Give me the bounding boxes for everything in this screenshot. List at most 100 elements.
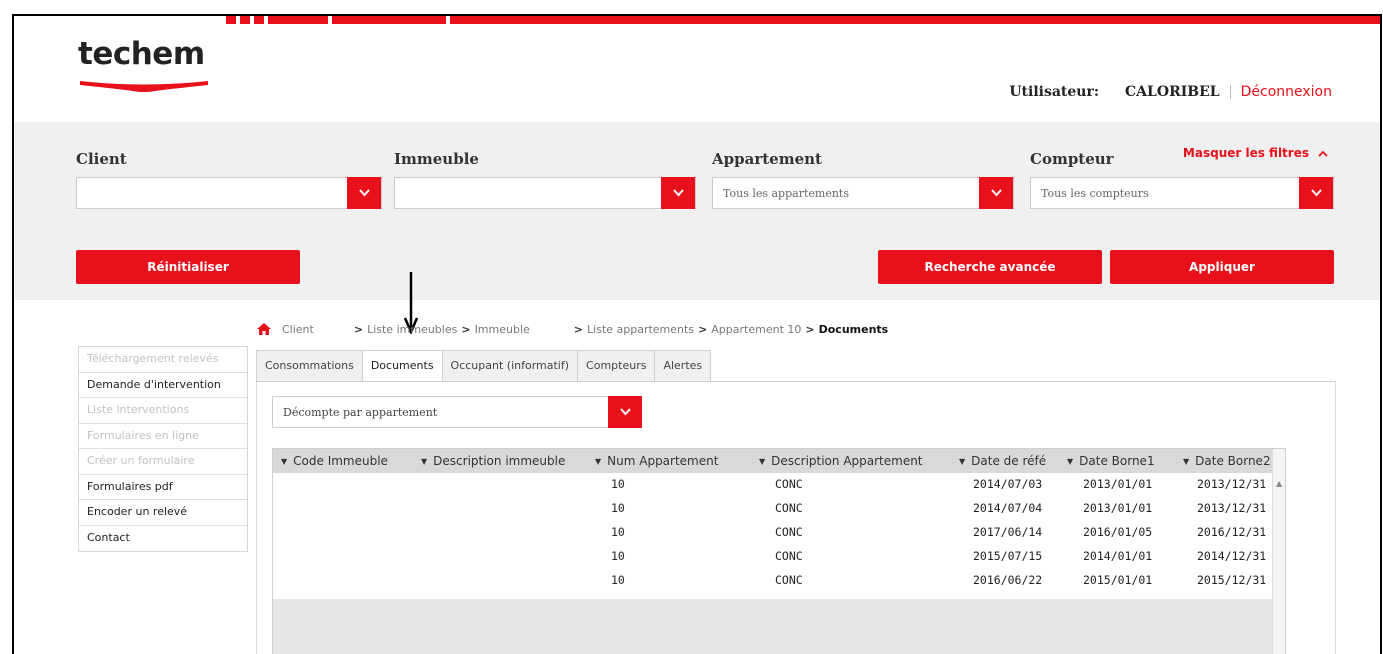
cell-num-appartement: 10 [611,501,625,515]
cell-date-reference: 2016/06/22 [973,573,1043,587]
grid-body: 10 CONC 2014/07/03 2013/01/01 2013/12/31… [273,473,1273,599]
chevron-up-icon [1318,150,1328,157]
hide-filters-toggle[interactable]: Masquer les filtres [1183,146,1328,160]
advanced-search-button[interactable]: Recherche avancée [878,250,1102,284]
filter-client: Client [76,150,382,209]
breadcrumb-item[interactable]: Immeuble [475,323,530,336]
side-menu-item-encoder-releve[interactable]: Encoder un relevé [79,500,247,526]
document-type-select[interactable]: Décompte par appartement [272,396,642,428]
cell-description-appartement: CONC [775,573,803,587]
tab-underline [256,381,1336,382]
breadcrumb-separator: > [353,322,364,336]
chevron-down-icon[interactable] [347,177,381,209]
filter-immeuble: Immeuble [394,150,696,209]
cell-date-reference: 2015/07/15 [973,549,1043,563]
user-label: Utilisateur: [1009,84,1100,100]
app-window: techem Utilisateur: CALORIBEL Déconnexio… [12,14,1382,654]
table-row[interactable]: 10 CONC 2017/06/14 2016/01/05 2016/12/31 [273,521,1273,545]
cell-date-reference: 2014/07/03 [973,477,1043,491]
sort-icon: ▼ [1067,457,1074,466]
filter-immeuble-label: Immeuble [394,150,479,168]
user-name: CALORIBEL [1125,84,1220,100]
column-header-code-immeuble[interactable]: ▼ Code Immeuble [281,454,419,468]
filter-appartement: Appartement Tous les appartements [712,150,1014,209]
chevron-down-icon[interactable] [608,396,642,428]
grid-header: ▼ Code Immeuble ▼ Description immeuble ▼ Nu… [273,449,1273,473]
cell-description-appartement: CONC [775,501,803,515]
divider [1229,85,1231,99]
cell-num-appartement: 10 [611,573,625,587]
cell-date-borne2: 2015/12/31 [1197,573,1267,587]
hide-filters-label: Masquer les filtres [1182,146,1309,160]
document-type-value: Décompte par appartement [283,406,438,419]
client-select[interactable] [76,177,382,209]
tab-alertes[interactable]: Alertes [654,350,712,381]
breadcrumb-separator: > [698,322,708,336]
logo-text: techem [78,36,205,72]
breadcrumb-separator: > [461,322,471,336]
side-menu-item-formulaires-en-ligne: Formulaires en ligne [79,424,247,449]
column-header-description-immeuble[interactable]: ▼ Description immeuble [421,454,593,468]
cell-date-borne2: 2013/12/31 [1197,477,1267,491]
chevron-down-icon[interactable] [1299,177,1333,209]
home-icon[interactable] [256,322,272,336]
tab-occupant[interactable]: Occupant (informatif) [441,350,579,381]
techem-logo[interactable]: techem [78,36,208,92]
table-row[interactable]: 10 CONC 2014/07/04 2013/01/01 2013/12/31 [273,497,1273,521]
reset-button[interactable]: Réinitialiser [76,250,300,284]
appartement-select[interactable]: Tous les appartements [712,177,1014,209]
breadcrumb-item[interactable]: Appartement 10 [711,323,801,336]
side-menu-item-demande-intervention[interactable]: Demande d'intervention [79,373,247,398]
breadcrumb: Client > Liste immeubles > Immeuble > Li… [256,322,888,336]
cell-date-reference: 2017/06/14 [973,525,1043,539]
column-header-label: Date Borne2 [1195,454,1271,468]
cell-num-appartement: 10 [611,549,625,563]
column-header-description-appartement[interactable]: ▼ Description Appartement [759,454,957,468]
table-row[interactable]: 10 CONC 2016/06/22 2015/01/01 2015/12/31 [273,569,1273,593]
cell-date-borne1: 2014/01/01 [1083,549,1153,563]
cell-date-borne2: 2016/12/31 [1197,525,1267,539]
side-menu: Téléchargement relevés Demande d'interve… [78,346,248,552]
filter-appartement-label: Appartement [712,150,822,168]
sort-icon: ▼ [959,457,966,466]
side-menu-item-formulaires-pdf[interactable]: Formulaires pdf [79,475,247,500]
side-menu-item-contact[interactable]: Contact [79,526,247,552]
grid-scrollbar[interactable]: ▲ [1272,449,1285,654]
cell-date-borne1: 2016/01/05 [1083,525,1153,539]
breadcrumb-item[interactable]: Liste appartements [587,323,694,336]
tab-documents[interactable]: Documents [361,350,443,381]
appartement-select-value: Tous les appartements [723,187,849,200]
column-header-date-borne1[interactable]: ▼ Date Borne1 [1067,454,1181,468]
breadcrumb-item[interactable]: Liste immeubles [367,323,457,336]
breadcrumb-item[interactable]: Client [282,323,314,336]
table-row[interactable]: 10 CONC 2014/07/03 2013/01/01 2013/12/31 [273,473,1273,497]
cell-date-reference: 2014/07/04 [973,501,1043,515]
column-header-label: Date de réfé [971,454,1047,468]
logout-link[interactable]: Déconnexion [1241,84,1332,100]
tab-compteurs[interactable]: Compteurs [577,350,656,381]
column-header-date-reference[interactable]: ▼ Date de réfé [959,454,1065,468]
side-menu-item-creer-formulaire: Créer un formulaire [79,449,247,475]
breadcrumb-separator: > [573,322,584,336]
column-header-date-borne2[interactable]: ▼ Date Borne2 [1183,454,1273,468]
sort-icon: ▼ [421,457,428,466]
chevron-down-icon[interactable] [979,177,1013,209]
column-header-label: Date Borne1 [1079,454,1155,468]
column-header-num-appartement[interactable]: ▼ Num Appartement [595,454,759,468]
sort-icon: ▼ [281,457,288,466]
tab-consommations[interactable]: Consommations [256,350,363,381]
apply-button[interactable]: Appliquer [1110,250,1334,284]
breadcrumb-current: Documents [818,322,889,336]
logo-swoosh-icon [80,81,208,92]
scroll-up-icon[interactable]: ▲ [1276,479,1282,488]
cell-date-borne2: 2013/12/31 [1197,501,1267,515]
table-row[interactable]: 10 CONC 2015/07/15 2014/01/01 2014/12/31 [273,545,1273,569]
cell-date-borne1: 2013/01/01 [1083,477,1153,491]
cell-date-borne2: 2014/12/31 [1197,549,1267,563]
column-header-label: Description Appartement [771,454,923,468]
compteur-select[interactable]: Tous les compteurs [1030,177,1334,209]
chevron-down-icon[interactable] [661,177,695,209]
sort-icon: ▼ [595,457,602,466]
cell-num-appartement: 10 [611,525,625,539]
immeuble-select[interactable] [394,177,696,209]
